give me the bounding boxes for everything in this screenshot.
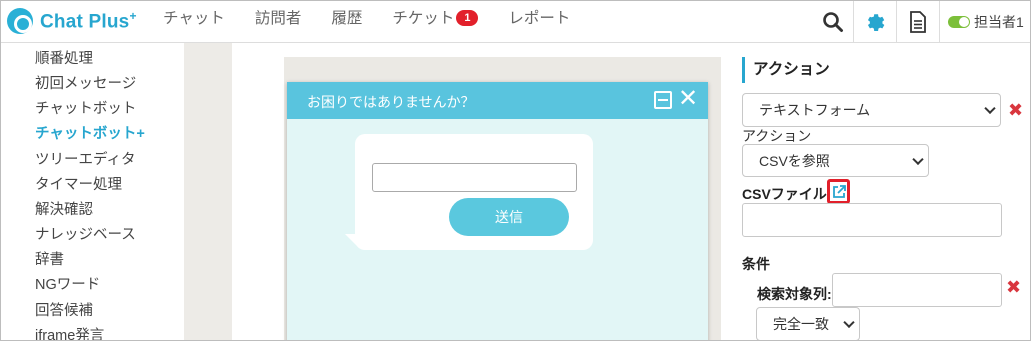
action-panel: アクション テキストフォーム ✖ アクション CSVを参照 CSVファイル 条件… [722,43,1030,340]
sidebar-item-answer-candidates[interactable]: 回答候補 [35,299,93,320]
status-toggle[interactable] [948,16,970,28]
send-button[interactable]: 送信 [449,198,569,236]
document-icon [910,11,926,33]
app-name: Chat Plus+ [40,8,137,33]
chat-widget-preview: お困りではありませんか？ ✕ 送信 [287,82,708,340]
csv-file-input[interactable] [742,203,1002,237]
agent-status[interactable]: 担当者1 [939,1,1030,43]
bubble-tail [345,234,359,248]
nav-item-chat[interactable]: チャット [163,6,225,28]
condition-label: 条件 [742,256,770,272]
delete-condition-icon[interactable]: ✖ [1006,278,1021,296]
match-type-value: 完全一致 [773,316,829,332]
chevron-down-icon [843,316,855,329]
action-type-select[interactable]: テキストフォーム [742,93,1001,127]
nav-item-report[interactable]: レポート [508,6,570,28]
open-external-link[interactable] [827,179,850,204]
sidebar-item-first-message[interactable]: 初回メッセージ [35,72,136,93]
search-icon [823,12,843,32]
nav-item-visitors[interactable]: 訪問者 [255,6,302,28]
sidebar-item-chatbot[interactable]: チャットボット [35,97,136,118]
csv-file-label: CSVファイル [742,186,827,202]
action-type-value: テキストフォーム [759,102,871,118]
sidebar: 順番処理 初回メッセージ チャットボット チャットボット+ ツリーエディタ タイ… [1,43,184,340]
match-type-select[interactable]: 完全一致 [756,307,860,340]
gear-icon [867,14,885,31]
close-icon[interactable]: ✕ [678,87,698,111]
delete-action-icon[interactable]: ✖ [1008,101,1023,119]
search-column-label: 検索対象列: [757,286,832,302]
sidebar-item-iframe[interactable]: iframe発言 [35,324,104,340]
sidebar-item-resolution[interactable]: 解決確認 [35,198,93,219]
sidebar-item-timer[interactable]: タイマー処理 [35,173,122,194]
action-label: アクション [742,128,812,144]
nav-item-ticket-label: チケット [392,10,455,27]
section-title: アクション [742,57,830,83]
chat-plus-logo-icon [7,8,33,34]
main-nav: チャット 訪問者 履歴 チケット 1 レポート [163,1,600,33]
content-gutter [184,43,232,340]
app-logo[interactable]: Chat Plus+ [7,7,137,35]
chevron-down-icon [984,102,996,115]
settings-button[interactable] [853,1,896,43]
chat-text-input[interactable] [372,163,577,192]
header-actions: 担当者1 [813,1,1030,43]
chat-header: お困りではありませんか？ ✕ [287,82,708,119]
document-button[interactable] [896,1,939,43]
csv-source-select[interactable]: CSVを参照 [742,144,929,177]
sidebar-item-order[interactable]: 順番処理 [35,47,93,68]
top-header: Chat Plus+ チャット 訪問者 履歴 チケット 1 レポート 担当者1 [1,1,1030,43]
sidebar-item-dictionary[interactable]: 辞書 [35,248,64,269]
external-link-icon [832,184,846,198]
ticket-count-badge: 1 [456,10,479,26]
agent-name: 担当者1 [974,14,1024,30]
minimize-icon[interactable] [654,91,672,109]
chat-title: お困りではありませんか？ [307,94,475,110]
search-column-input[interactable] [832,273,1002,307]
nav-item-history[interactable]: 履歴 [331,6,362,28]
message-bubble: 送信 [355,134,593,250]
search-button[interactable] [813,1,853,43]
chevron-down-icon [912,153,924,165]
sidebar-item-chatbot-plus[interactable]: チャットボット+ [35,122,145,143]
app-window: Chat Plus+ チャット 訪問者 履歴 チケット1 レポート 担当者1 [0,0,1031,341]
sidebar-item-ng-word[interactable]: NGワード [35,273,100,294]
nav-item-ticket[interactable]: チケット 1 [392,6,479,28]
sidebar-item-tree-editor[interactable]: ツリーエディタ [35,148,135,169]
csv-source-value: CSVを参照 [759,152,830,169]
sidebar-item-knowledge-base[interactable]: ナレッジベース [35,223,136,244]
